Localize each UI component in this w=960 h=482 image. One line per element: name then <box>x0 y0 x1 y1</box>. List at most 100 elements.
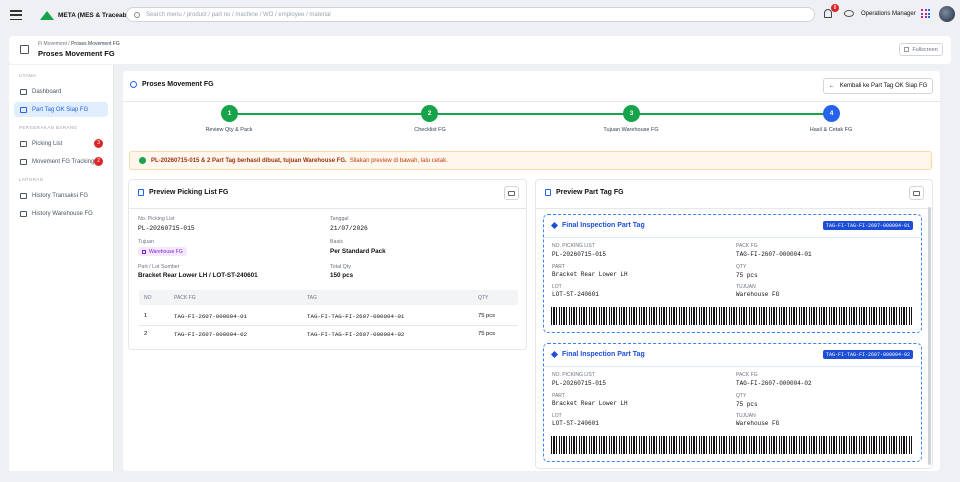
fullscreen-button[interactable]: Fullscreen <box>899 43 943 56</box>
tag-title: Final Inspection Part Tag <box>550 221 645 230</box>
document-icon <box>138 189 144 196</box>
tag-title: Final Inspection Part Tag <box>550 350 645 359</box>
row2-qty: 75 pcs <box>478 331 496 337</box>
row1-tag: TAG-FI-TAG-FI-2607-000004-01 <box>307 313 405 320</box>
row2-pack: TAG-FI-2607-000004-02 <box>174 331 248 338</box>
tag-pack-value: TAG-FI-2607-000004-01 <box>736 251 812 258</box>
part-label: Part / Lot Sumber <box>138 264 180 270</box>
breadcrumb-current: Proses Movement FG <box>71 41 120 47</box>
sidebar-item-label: History Transaksi FG <box>32 192 89 199</box>
dest-badge: Warehouse FG <box>138 247 187 256</box>
tag-icon <box>550 350 559 359</box>
count-badge: 3 <box>94 139 103 148</box>
check-circle-icon <box>139 157 146 164</box>
tag-pl-label: NO. PICKING LIST <box>552 243 595 249</box>
tag-title-text: Final Inspection Part Tag <box>562 351 645 358</box>
part-value: Bracket Rear Lower LH / LOT-ST-240601 <box>138 272 258 279</box>
picking-no-value: PL-20260715-015 <box>138 225 195 232</box>
basis-value: Per Standard Pack <box>330 248 386 255</box>
sidebar-item-history-transaksi[interactable]: History Transaksi FG <box>14 188 108 203</box>
step-4-circle: 4 <box>823 105 840 122</box>
printer-icon <box>913 190 920 196</box>
stepper: 1 2 3 4 Review Qty & Pack Checklist FG T… <box>123 71 940 141</box>
alert-bold-text: PL-20260715-015 & 2 Part Tag berhasil di… <box>151 157 347 164</box>
scrollbar[interactable] <box>928 207 931 465</box>
fullscreen-label: Fullscreen <box>912 46 938 53</box>
tag-id-badge: TAG-FI-TAG-FI-2607-000004-02 <box>822 350 913 359</box>
card-divider <box>536 208 932 209</box>
step-2-label: Checklist FG <box>414 127 446 133</box>
part-tag-card: Preview Part Tag FG Final Inspection Par… <box>535 179 933 469</box>
tag-icon <box>545 189 551 196</box>
sidebar-item-label: Part Tag OK Siap FG <box>32 106 89 113</box>
tag-pl-label: NO. PICKING LIST <box>552 372 595 378</box>
sidebar-item-dashboard[interactable]: Dashboard <box>14 84 108 99</box>
tag-qty-value: 75 pcs <box>736 401 758 408</box>
printer-icon <box>508 190 515 196</box>
page-title: Proses Movement FG <box>38 49 115 58</box>
tag-qty-label: QTY <box>736 393 747 399</box>
sidebar-item-history-warehouse[interactable]: History Warehouse FG <box>14 206 108 221</box>
parttag-title-text: Preview Part Tag FG <box>556 189 624 196</box>
avatar[interactable] <box>939 6 955 22</box>
apps-grid-icon[interactable] <box>921 9 930 18</box>
tag-lot-value: LOT-ST-240601 <box>552 291 599 298</box>
sidebar-section-laporan: LAPORAN <box>19 177 44 182</box>
tag-dest-label: TUJUAN <box>736 413 756 419</box>
tag-divider <box>544 366 920 367</box>
search-input[interactable]: Search menu / product / part no / machin… <box>126 7 815 22</box>
step-connector <box>638 113 830 115</box>
tag-dest-label: TUJUAN <box>736 284 756 290</box>
sidebar-item-picking-list[interactable]: Picking List 3 <box>14 136 108 151</box>
success-alert: PL-20260715-015 & 2 Part Tag berhasil di… <box>129 151 932 170</box>
total-value: 150 pcs <box>330 272 354 279</box>
tag-icon <box>20 140 27 147</box>
print-picking-button[interactable] <box>504 186 519 200</box>
dashboard-icon <box>20 88 27 95</box>
logo-icon <box>40 10 54 20</box>
print-parttag-button[interactable] <box>909 186 924 200</box>
picking-no-label: No. Picking List <box>138 216 175 222</box>
truck-icon <box>20 158 27 165</box>
history-icon <box>20 192 27 199</box>
tag-lot-label: LOT <box>552 413 562 419</box>
main-panel: Proses Movement FG ← Kembali ke Part Tag … <box>123 71 940 471</box>
tag-qty-value: 75 pcs <box>736 272 758 279</box>
sidebar-section-pergerakan: PERGERAKAN BARANG <box>19 125 78 130</box>
menu-icon[interactable] <box>10 10 22 20</box>
tag-part-value: Bracket Rear Lower LH <box>552 400 628 407</box>
breadcrumb: Fi Movement / Proses Movement FG <box>38 41 120 47</box>
search-icon <box>134 11 140 18</box>
tag-lot-value: LOT-ST-240601 <box>552 420 599 427</box>
sidebar-item-label: Picking List <box>32 140 63 147</box>
step-3-circle: 3 <box>623 105 640 122</box>
sidebar-item-label: History Warehouse FG <box>32 210 93 217</box>
eye-off-icon[interactable] <box>844 10 854 17</box>
sidebar-section-utama: UTAMA <box>19 73 37 78</box>
sidebar-item-part-tag[interactable]: Part Tag OK Siap FG <box>14 102 108 117</box>
row2-tag: TAG-FI-TAG-FI-2607-000004-02 <box>307 331 405 338</box>
breadcrumb-parent[interactable]: Fi Movement <box>38 41 67 47</box>
date-value: 21/07/2026 <box>330 225 368 232</box>
fullscreen-icon <box>904 47 910 52</box>
step-3-label: Tujuan Warehouse FG <box>603 127 659 133</box>
tag-group-icon <box>20 106 27 113</box>
tag-pack-label: PACK FG <box>736 372 758 378</box>
tag-title-text: Final Inspection Part Tag <box>562 222 645 229</box>
tag-pl-value: PL-20260715-015 <box>552 251 607 258</box>
user-role[interactable]: Operations Manager <box>861 11 916 17</box>
warehouse-icon <box>20 210 27 217</box>
tag-divider <box>544 237 920 238</box>
notification-badge: 8 <box>831 4 839 12</box>
page-icon <box>20 45 29 54</box>
row1-qty: 75 pcs <box>478 313 496 319</box>
step-1-label: Review Qty & Pack <box>205 127 253 133</box>
total-label: Total Qty <box>330 264 351 270</box>
step-1-circle: 1 <box>221 105 238 122</box>
part-tag-2: Final Inspection Part Tag TAG-FI-TAG-FI-… <box>543 343 922 462</box>
barcode <box>551 436 913 454</box>
step-connector <box>438 113 630 115</box>
dest-label: Tujuan <box>138 239 154 245</box>
row1-pack: TAG-FI-2607-000004-01 <box>174 313 248 320</box>
sidebar-item-movement-tracking[interactable]: Movement FG Tracking 2 <box>14 154 108 169</box>
